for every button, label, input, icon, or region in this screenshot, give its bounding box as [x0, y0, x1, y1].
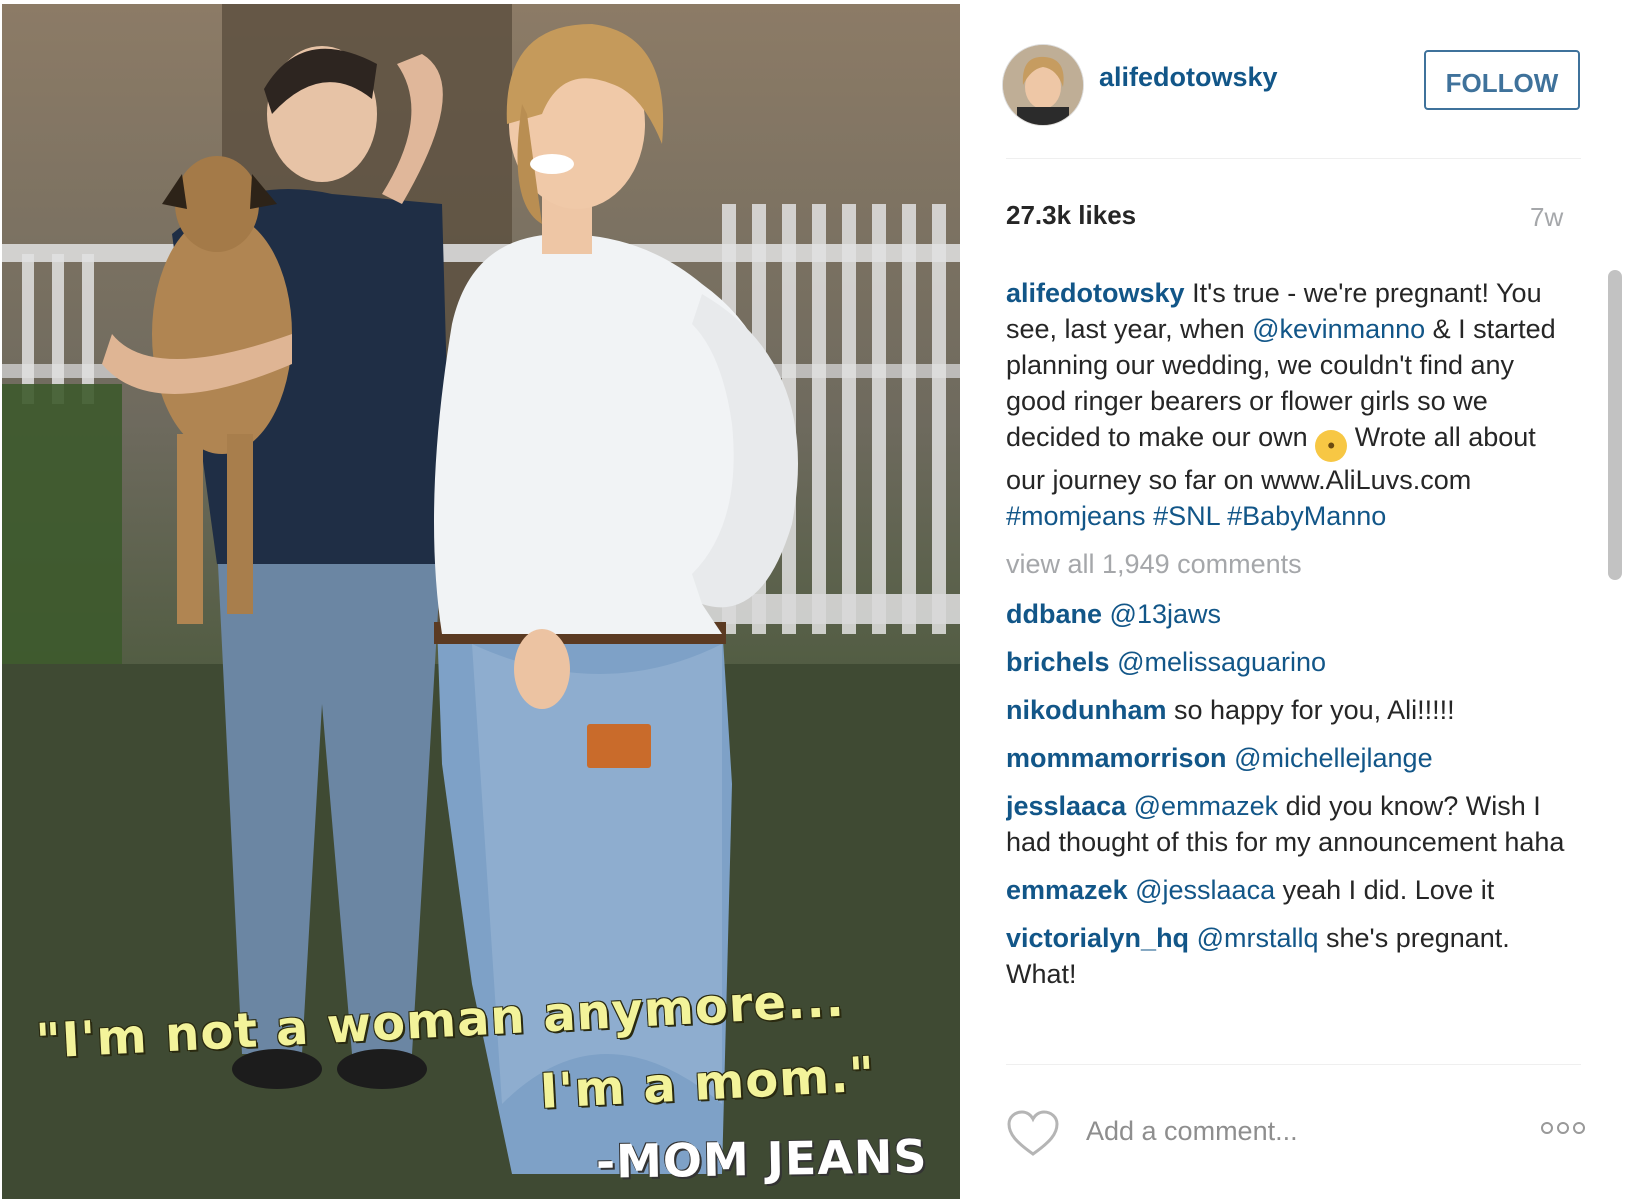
- heart-icon[interactable]: [1006, 1110, 1060, 1158]
- hashtag-momjeans[interactable]: #momjeans: [1006, 501, 1146, 531]
- add-comment-input[interactable]: [1084, 1108, 1508, 1154]
- comment-username[interactable]: nikodunham: [1006, 695, 1167, 725]
- hashtag-babymanno[interactable]: #BabyManno: [1227, 501, 1386, 531]
- avatar[interactable]: [1002, 44, 1084, 126]
- wink-emoji-icon: •: [1315, 430, 1348, 462]
- comment-mention[interactable]: @emmazek: [1134, 791, 1278, 821]
- view-all-comments-link[interactable]: view all 1,949 comments: [1006, 546, 1566, 582]
- avatar-image: [1003, 45, 1083, 125]
- comment-username[interactable]: victorialyn_hq: [1006, 923, 1189, 953]
- comment-mention[interactable]: @13jaws: [1110, 599, 1221, 629]
- follow-button[interactable]: FOLLOW: [1424, 50, 1580, 110]
- comment-username[interactable]: mommamorrison: [1006, 743, 1227, 773]
- comment-username[interactable]: emmazek: [1006, 875, 1128, 905]
- footer-divider: [1006, 1064, 1581, 1065]
- quote-credit: -MOM JEANS: [596, 1129, 929, 1189]
- comment-mention[interactable]: @mrstallq: [1197, 923, 1319, 953]
- header-username[interactable]: alifedotowsky: [1099, 62, 1278, 93]
- pocket-patch: [587, 724, 651, 768]
- comment-item: emmazek @jesslaaca yeah I did. Love it: [1006, 872, 1566, 908]
- comment-item: nikodunham so happy for you, Ali!!!!!: [1006, 692, 1566, 728]
- comment-username[interactable]: jesslaaca: [1006, 791, 1126, 821]
- comment-username[interactable]: brichels: [1006, 647, 1110, 677]
- instagram-post: "I'm not a woman anymore... I'm a mom." …: [0, 0, 1630, 1202]
- comment-item: brichels @melissaguarino: [1006, 644, 1566, 680]
- comment-mention[interactable]: @michellejlange: [1234, 743, 1433, 773]
- comment-mention[interactable]: @jesslaaca: [1135, 875, 1275, 905]
- comment-item: mommamorrison @michellejlange: [1006, 740, 1566, 776]
- hashtag-snl[interactable]: #SNL: [1153, 501, 1220, 531]
- comments-scrollbar[interactable]: [1608, 270, 1622, 580]
- more-options-icon[interactable]: [1540, 1120, 1586, 1136]
- comment-item: jesslaaca @emmazek did you know? Wish I …: [1006, 788, 1566, 860]
- comment-mention[interactable]: @melissaguarino: [1117, 647, 1326, 677]
- comment-text: yeah I did. Love it: [1282, 875, 1495, 905]
- comment-text: so happy for you, Ali!!!!!: [1174, 695, 1455, 725]
- comment-username[interactable]: ddbane: [1006, 599, 1102, 629]
- likes-count[interactable]: 27.3k likes: [1006, 200, 1136, 231]
- post-photo[interactable]: "I'm not a woman anymore... I'm a mom." …: [2, 4, 960, 1199]
- caption-username[interactable]: alifedotowsky: [1006, 278, 1185, 308]
- comment-item: ddbane @13jaws: [1006, 596, 1566, 632]
- comment-item: victorialyn_hq @mrstallq she's pregnant.…: [1006, 920, 1566, 992]
- comments-list: alifedotowsky It's true - we're pregnant…: [1006, 275, 1566, 1065]
- post-age[interactable]: 7w: [1530, 202, 1580, 233]
- caption: alifedotowsky It's true - we're pregnant…: [1006, 275, 1566, 534]
- header-divider: [1006, 158, 1581, 159]
- caption-mention-kevinmanno[interactable]: @kevinmanno: [1252, 314, 1425, 344]
